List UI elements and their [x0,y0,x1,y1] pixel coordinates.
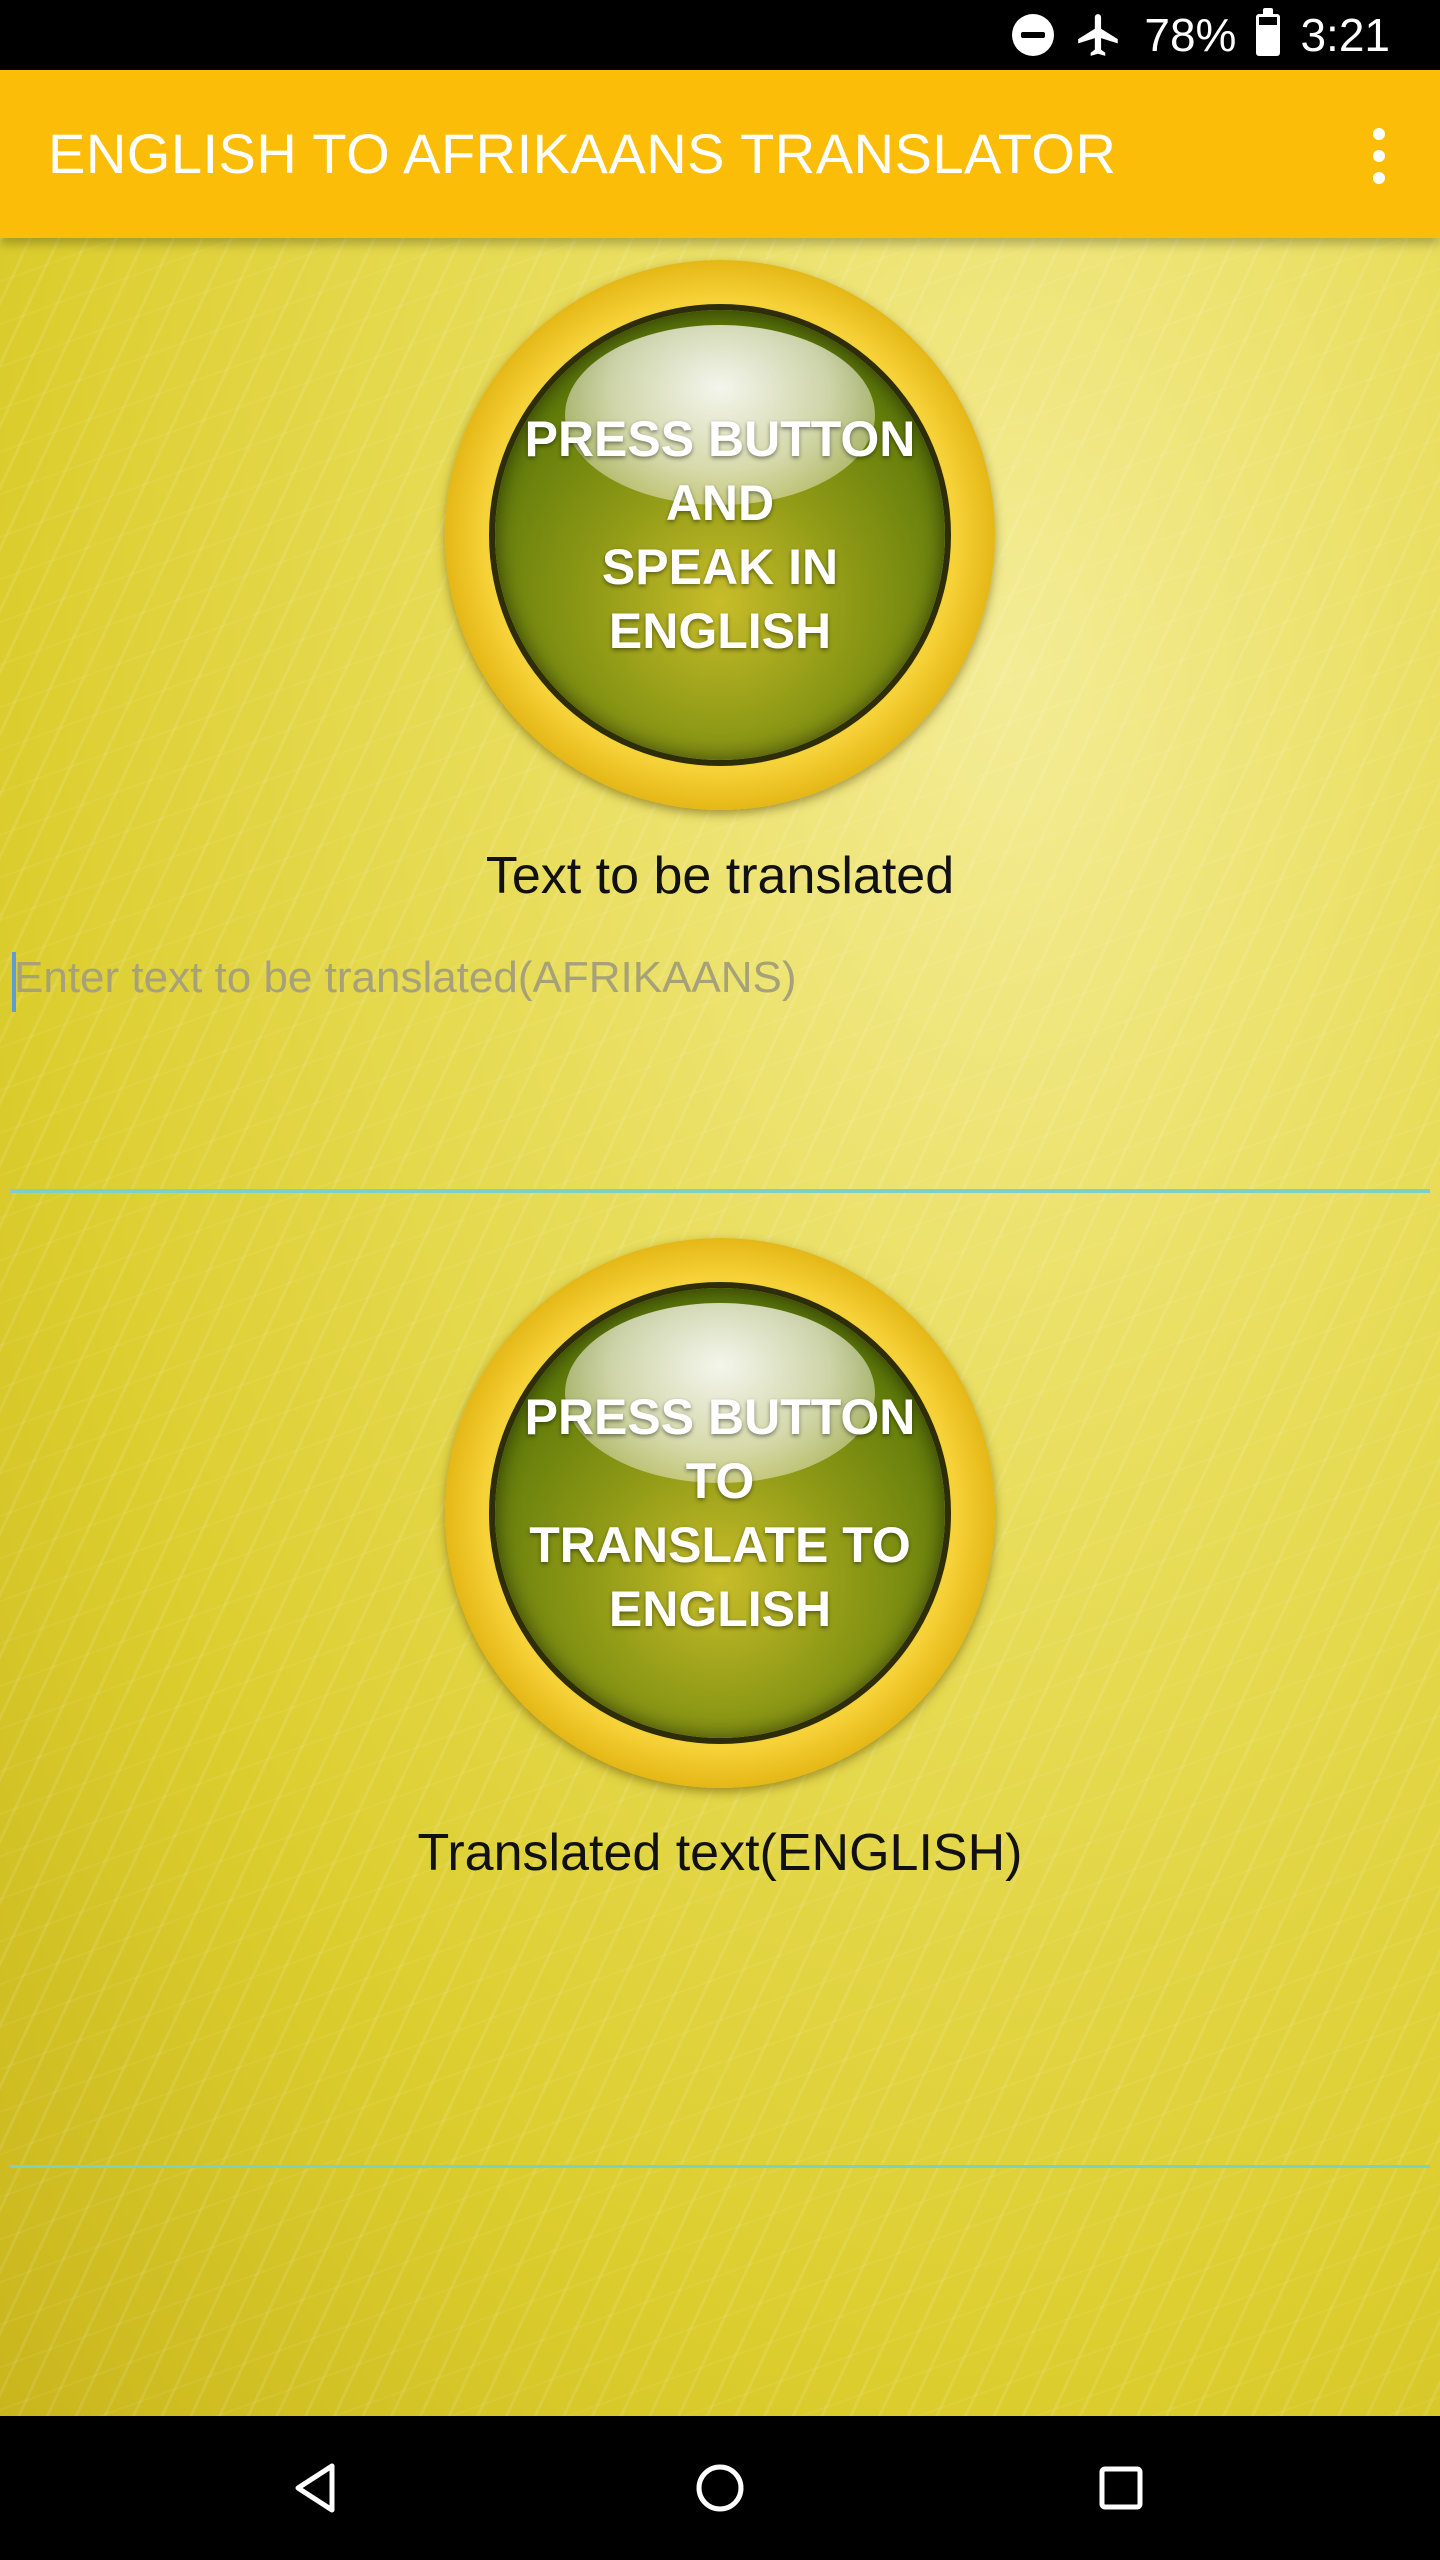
screen: 78% 3:21 ENGLISH TO AFRIKAANS TRANSLATOR… [0,0,1440,2560]
battery-icon [1256,8,1281,56]
overflow-menu-icon[interactable] [1364,128,1394,184]
translation-input-field[interactable] [10,938,1434,1018]
navigation-bar [0,2416,1440,2560]
speak-button-label: PRESS BUTTON AND SPEAK IN ENGLISH [524,411,916,659]
status-bar: 78% 3:21 [0,0,1440,70]
clock-time: 3:21 [1300,9,1390,61]
translate-button-label: PRESS BUTTON TO TRANSLATE TO ENGLISH [524,1389,916,1637]
home-button[interactable] [680,2448,760,2528]
app-bar: ENGLISH TO AFRIKAANS TRANSLATOR [0,70,1440,238]
back-button[interactable] [276,2448,356,2528]
do-not-disturb-icon [1012,14,1055,56]
status-icons: 78% 3:21 [1012,0,1390,70]
speak-english-button[interactable]: PRESS BUTTON AND SPEAK IN ENGLISH [445,260,995,810]
output-caption: Translated text(ENGLISH) [417,1824,1023,1882]
back-icon [295,2463,335,2513]
recents-icon [1099,2466,1143,2510]
input-caption: Text to be translated [485,847,955,905]
app-title: ENGLISH TO AFRIKAANS TRANSLATOR [48,122,1117,185]
main-content: PRESS BUTTON AND SPEAK IN ENGLISH Text t… [0,238,1440,2416]
menu-dot [1373,172,1385,184]
translate-to-english-button[interactable]: PRESS BUTTON TO TRANSLATE TO ENGLISH [445,1238,995,1788]
output-underline [10,2165,1430,2168]
battery-percentage: 78% [1144,9,1237,61]
translation-input[interactable] [10,938,1434,1018]
menu-dot [1373,150,1385,162]
airplane-mode-icon [1078,14,1119,56]
input-underline [10,1189,1430,1193]
home-icon [696,2464,744,2512]
recents-button[interactable] [1081,2448,1161,2528]
menu-dot [1373,128,1385,140]
